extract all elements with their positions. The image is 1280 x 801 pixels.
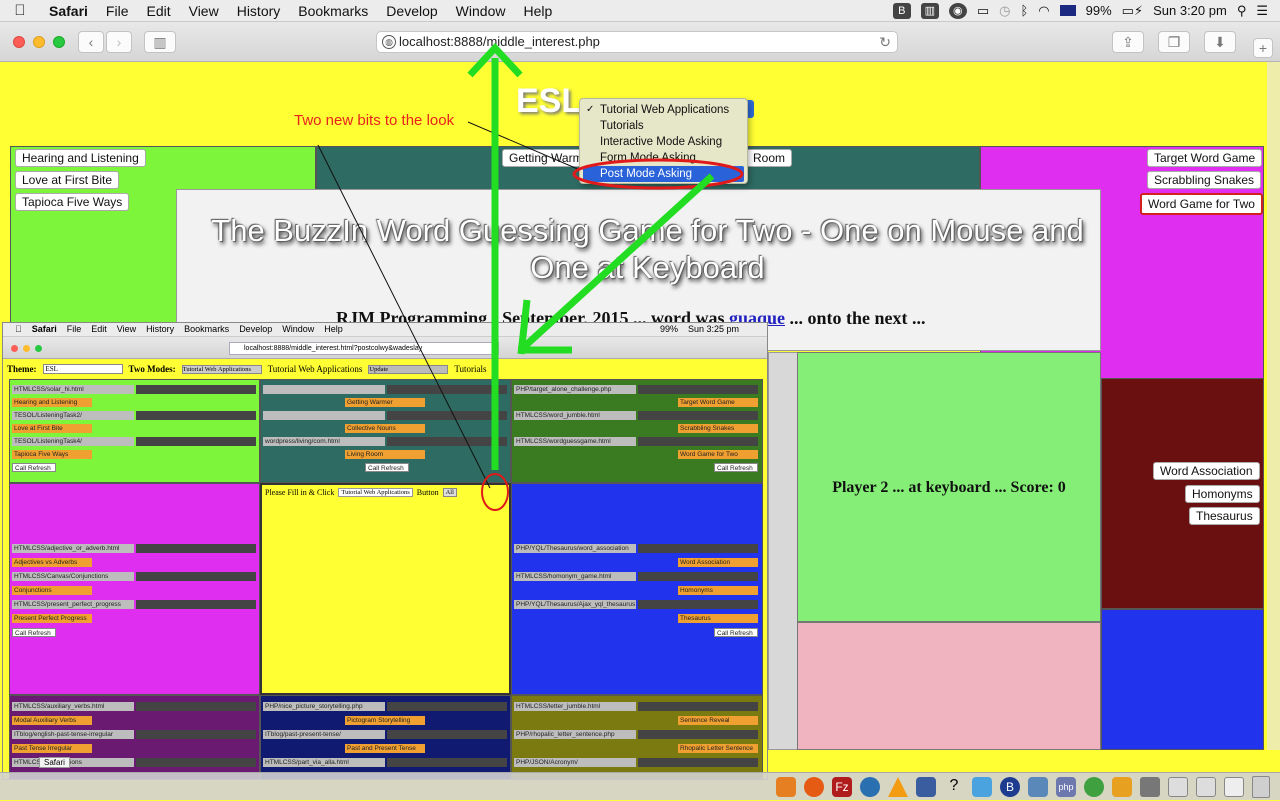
php-icon[interactable]: php bbox=[1056, 777, 1076, 797]
annotation-pointer-line bbox=[467, 121, 581, 171]
help-icon[interactable]: ? bbox=[944, 777, 964, 797]
vlc-icon[interactable] bbox=[888, 777, 908, 797]
dock-app-icon[interactable] bbox=[860, 777, 880, 797]
dock-app-icon[interactable] bbox=[1112, 777, 1132, 797]
annotation-pointer-line bbox=[317, 144, 491, 489]
dock-document-icon[interactable] bbox=[1196, 777, 1216, 797]
dock-app-icon[interactable] bbox=[1084, 777, 1104, 797]
dock-app-icon[interactable] bbox=[916, 777, 936, 797]
dock-right-icons: Fz ? B php bbox=[770, 773, 1280, 801]
trash-icon[interactable] bbox=[1252, 776, 1270, 798]
annotation-overlay bbox=[317, 42, 744, 511]
highlight-ellipse bbox=[481, 473, 509, 511]
dock-app-icon[interactable] bbox=[972, 777, 992, 797]
dock-app-icon[interactable] bbox=[1028, 777, 1048, 797]
dock-document-icon[interactable] bbox=[1168, 777, 1188, 797]
dock-folder-icon[interactable] bbox=[1140, 777, 1160, 797]
dock-app-icon[interactable] bbox=[776, 777, 796, 797]
filezilla-icon[interactable]: Fz bbox=[832, 777, 852, 797]
bbedit-icon[interactable]: B bbox=[1000, 777, 1020, 797]
dock: Fz ? B php bbox=[0, 772, 1280, 800]
firefox-icon[interactable] bbox=[804, 777, 824, 797]
highlight-ellipse bbox=[572, 158, 744, 190]
green-arrow-diagonal bbox=[522, 173, 715, 349]
dock-document-icon[interactable] bbox=[1224, 777, 1244, 797]
